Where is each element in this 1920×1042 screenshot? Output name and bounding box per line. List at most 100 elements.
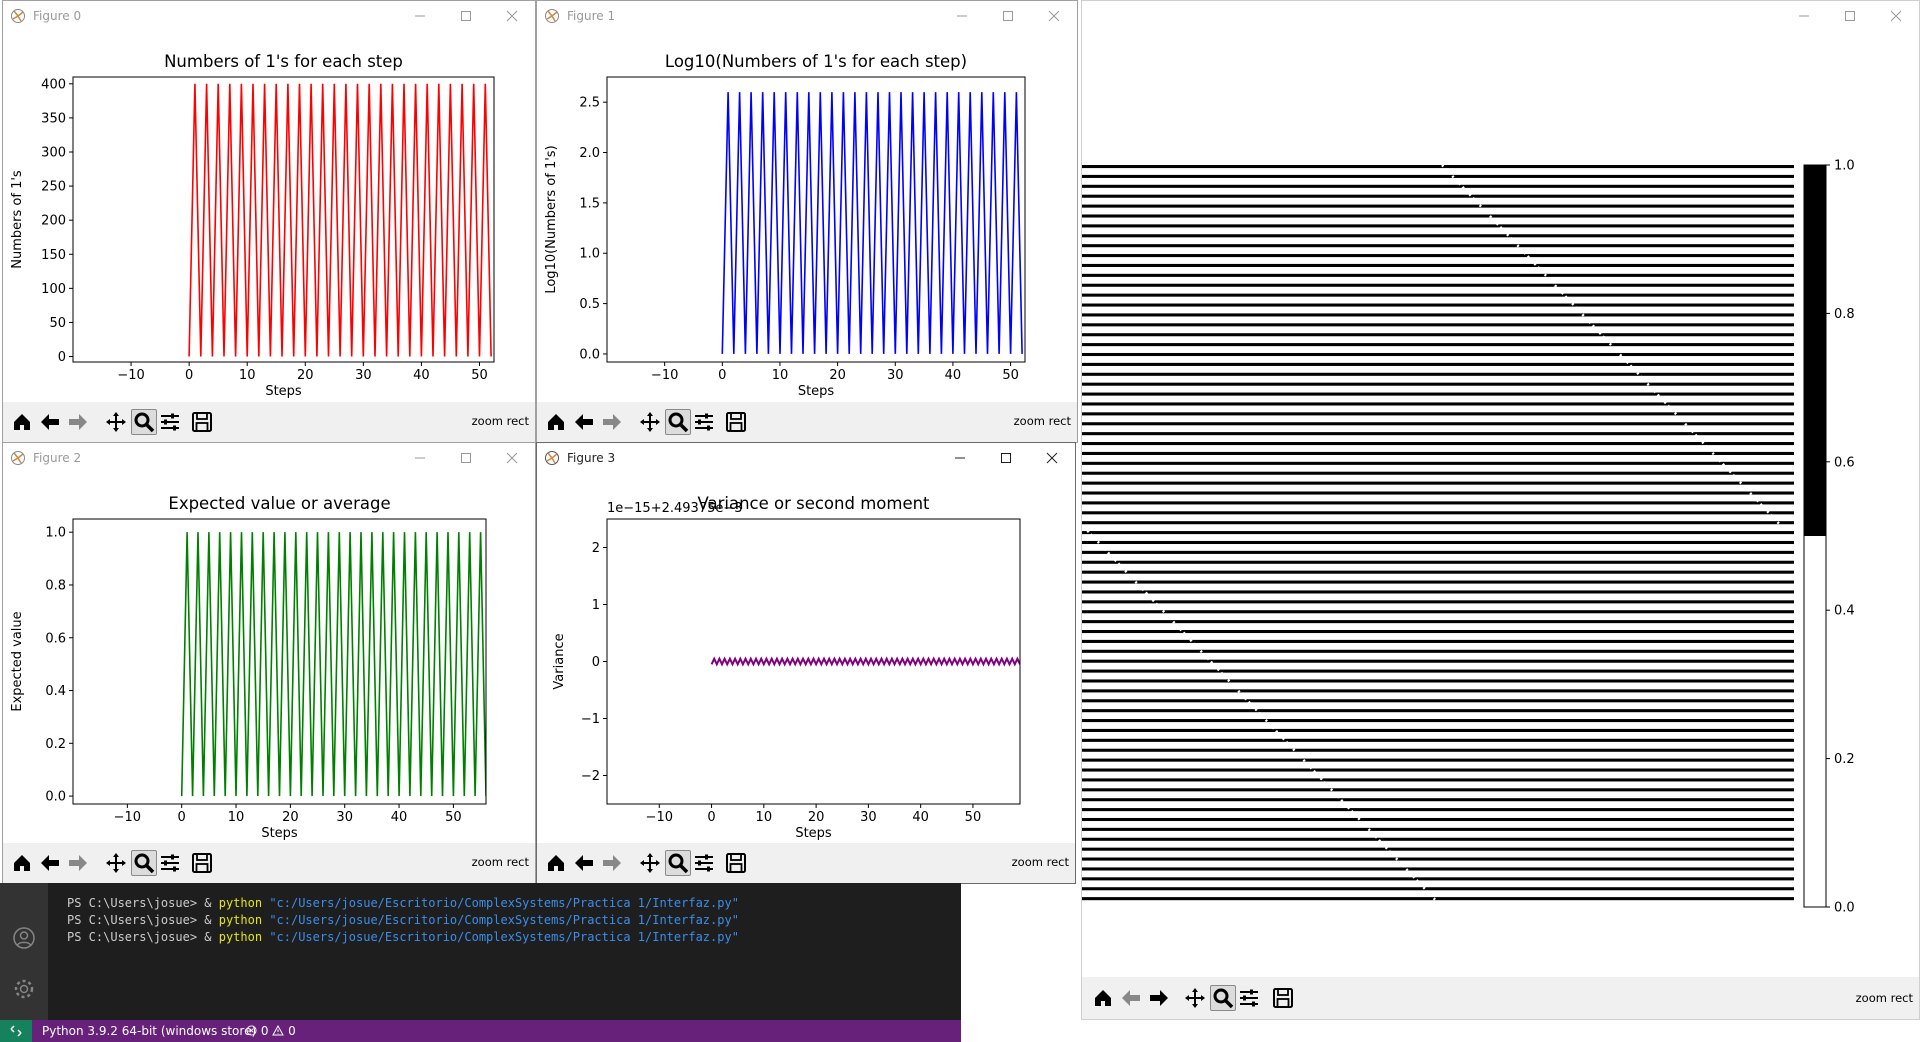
heatmap-row [1082,857,1794,861]
home-button[interactable] [9,409,35,435]
close-icon [506,10,518,22]
x-tick-label: 40 [413,368,430,383]
home-button[interactable] [1090,985,1116,1011]
back-arrow-icon [575,414,593,430]
line-plot[interactable]: Expected value or average −10 0 10 20 30 40 50 0… [3,473,535,844]
forward-button[interactable] [1146,985,1172,1011]
save-button[interactable] [1270,985,1296,1011]
zoom-button[interactable] [131,850,157,876]
title-bar[interactable]: Figure 3 [537,443,1075,473]
pan-button[interactable] [637,409,663,435]
close-button[interactable] [489,443,535,473]
configure-subplots-button[interactable] [157,850,183,876]
y-axis-label: Variance [552,633,567,689]
minimize-button[interactable] [937,443,983,473]
close-button[interactable] [1873,1,1919,31]
pan-button[interactable] [103,409,129,435]
home-button[interactable] [543,409,569,435]
line-plot[interactable]: Numbers of 1's for each step −10 0 10 20 30 40… [3,31,535,403]
heatmap-row [1082,273,1794,277]
title-bar[interactable]: Figure 1 [537,1,1077,31]
configure-subplots-button[interactable] [1236,985,1262,1011]
pan-icon [106,853,126,873]
error-count: 0 [260,1024,269,1038]
save-button[interactable] [723,409,749,435]
back-button[interactable] [1118,985,1144,1011]
heatmap-row [1082,748,1794,752]
heatmap-row [1082,788,1794,792]
heatmap-row [1082,540,1794,545]
maximize-button[interactable] [443,443,489,473]
close-button[interactable] [1029,443,1075,473]
minimize-icon [955,457,965,459]
back-button[interactable] [571,850,597,876]
y-tick-label: 0 [592,655,600,670]
heatmap-plot[interactable]: 0.0 0.2 0.4 0.6 0.8 1.0 [1082,31,1920,1001]
maximize-button[interactable] [1827,1,1873,31]
zoom-button[interactable] [665,409,691,435]
account-icon[interactable] [12,926,36,950]
configure-subplots-button[interactable] [691,409,717,435]
heatmap-row [1082,659,1794,663]
forward-arrow-icon [69,414,87,430]
python-interpreter[interactable]: Python 3.9.2 64-bit (windows store) [42,1024,256,1038]
minimize-button[interactable] [397,1,443,31]
title-bar[interactable]: Figure 2 [3,443,535,473]
pan-button[interactable] [637,850,663,876]
series-line [188,83,492,357]
heatmap-row [1082,590,1794,594]
maximize-icon [461,11,471,21]
line-plot[interactable]: Variance or second moment1e−15+2.49375e−… [537,473,1075,844]
heatmap-row [1082,382,1794,386]
line-plot[interactable]: Log10(Numbers of 1's for each step) −10 0 1… [537,31,1077,403]
axis-offset-text: 1e−15+2.49375e−3 [607,501,743,516]
zoom-mode-label: zoom rect [471,414,529,428]
forward-button[interactable] [65,850,91,876]
series-line [721,92,1023,354]
minimize-button[interactable] [939,1,985,31]
settings-gear-icon[interactable] [12,977,36,1001]
close-button[interactable] [1031,1,1077,31]
figure-window-3: Figure 3 Variance or second moment 1e−15+… [536,442,1076,884]
title-bar[interactable] [1082,1,1919,31]
back-button[interactable] [37,850,63,876]
configure-subplots-button[interactable] [691,850,717,876]
pan-button[interactable] [1182,985,1208,1011]
back-button[interactable] [571,409,597,435]
minimize-icon [1799,15,1809,17]
zoom-button[interactable] [1210,985,1236,1011]
configure-subplots-button[interactable] [157,409,183,435]
heatmap-row [1082,283,1794,287]
home-button[interactable] [9,850,35,876]
maximize-button[interactable] [985,1,1031,31]
heatmap-row [1082,491,1794,495]
terminal-line: PS C:\Users\josue> & python "c:/Users/jo… [67,913,739,927]
close-icon [1890,10,1902,22]
maximize-button[interactable] [983,443,1029,473]
colorbar-tick-label: 0.0 [1834,901,1855,916]
close-button[interactable] [489,1,535,31]
back-button[interactable] [37,409,63,435]
home-icon [14,855,30,871]
x-tick-label: −10 [651,368,678,383]
chart-title: Numbers of 1's for each step [164,52,403,71]
zoom-button[interactable] [665,850,691,876]
save-button[interactable] [189,850,215,876]
remote-indicator[interactable] [0,1020,32,1042]
configure-subplots-icon [1240,989,1258,1007]
save-button[interactable] [723,850,749,876]
home-button[interactable] [543,850,569,876]
minimize-button[interactable] [1781,1,1827,31]
save-button[interactable] [189,409,215,435]
heatmap-row [1082,550,1794,554]
forward-button[interactable] [599,850,625,876]
minimize-button[interactable] [397,443,443,473]
title-bar[interactable]: Figure 0 [3,1,535,31]
pan-button[interactable] [103,850,129,876]
maximize-button[interactable] [443,1,489,31]
problems-indicator[interactable]: 0 0 [246,1024,296,1038]
forward-button[interactable] [599,409,625,435]
zoom-button[interactable] [131,409,157,435]
heatmap-row [1082,679,1794,683]
forward-button[interactable] [65,409,91,435]
